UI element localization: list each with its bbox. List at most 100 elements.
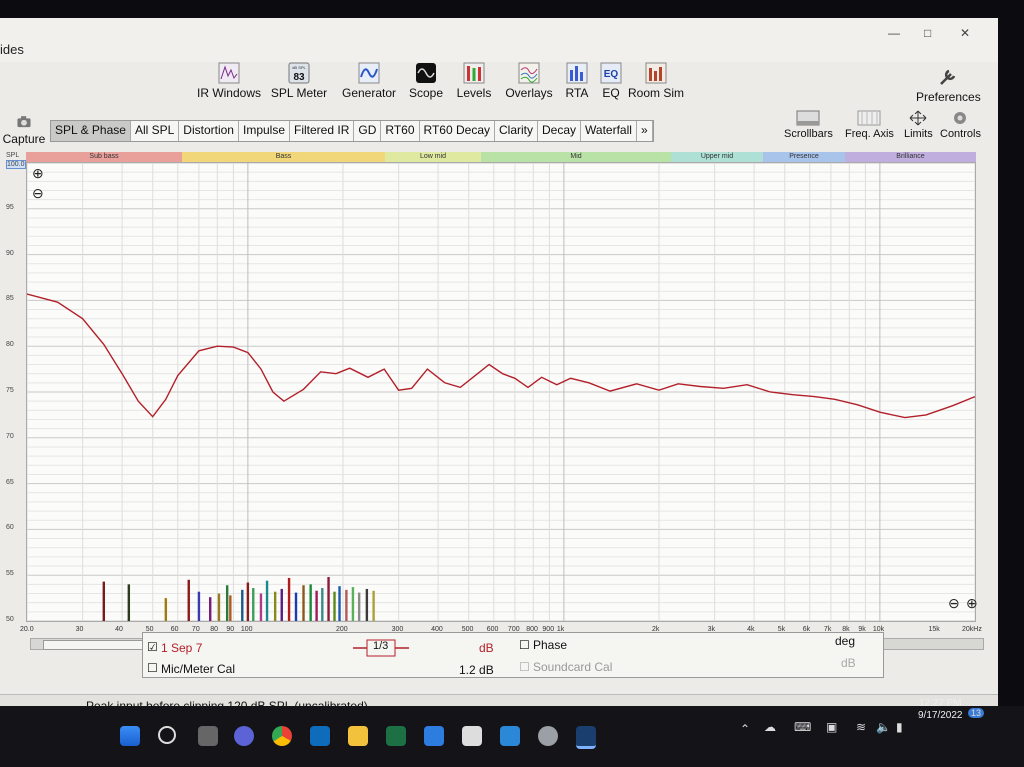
tab-all-spl[interactable]: All SPL [131,121,180,141]
room-sim-button[interactable]: Room Sim [628,62,684,100]
trace-checkbox[interactable]: ☑ [147,640,158,654]
phase-checkbox[interactable]: ☐ [519,638,530,652]
controls-button[interactable]: Controls [940,110,981,140]
chrome-icon[interactable] [272,726,292,746]
distortion-bar [357,592,361,621]
chat-icon[interactable] [234,726,254,746]
tab-distortion[interactable]: Distortion [179,121,239,141]
keyboard-icon[interactable]: ⌨ [794,720,811,734]
smoothing-value: 1/3 [373,640,389,652]
eq-button[interactable]: EQ EQ [598,62,624,100]
distortion-bar [309,584,312,621]
distortion-bar [209,597,212,621]
distortion-bar [187,579,190,621]
band-low-mid: Low mid [385,152,481,162]
spl-meter-icon: dB SPL 83 [288,62,310,84]
tab-rt60[interactable]: RT60 [381,121,420,141]
camera-icon [17,116,31,128]
tabs-more-button[interactable]: » [637,121,653,141]
search-icon[interactable] [158,726,176,744]
battery-icon[interactable]: ▮ [896,720,903,734]
tab-decay[interactable]: Decay [538,121,582,141]
tab-impulse[interactable]: Impulse [239,121,291,141]
generator-button[interactable]: Generator [340,62,398,100]
rta-button[interactable]: RTA [562,62,592,100]
distortion-bar [217,593,221,621]
snipping-icon[interactable] [462,726,482,746]
tab-clarity[interactable]: Clarity [495,121,539,141]
soundcard-cal-label: Soundcard Cal [533,660,613,674]
tab-filtered-ir[interactable]: Filtered IR [290,121,355,141]
tab-rt60-decay[interactable]: RT60 Decay [420,121,495,141]
graph-tabs: SPL & Phase All SPL Distortion Impulse F… [50,120,654,142]
distortion-bar [259,593,263,621]
soundcard-cal-checkbox[interactable]: ☐ [519,660,530,674]
freq-axis-button[interactable]: Freq. Axis [845,110,894,140]
windows-start-icon[interactable] [120,726,140,746]
levels-label: Levels [456,86,492,100]
legend-panel: ☑ 1 Sep 7 ☐ Mic/Meter Cal 1/3 dB 1.2 dB … [142,632,884,678]
x-tick-label: 20kHz [962,626,982,633]
tray-chevron-icon[interactable]: ⌃ [740,722,750,736]
tab-spl-phase[interactable]: SPL & Phase [51,121,131,141]
room-sim-label: Room Sim [628,86,685,100]
app-icon[interactable] [500,726,520,746]
generator-label: Generator [341,86,397,100]
limits-button[interactable]: Limits [904,110,933,140]
distortion-bar [225,585,229,621]
maximize-icon[interactable]: □ [924,26,931,40]
settings-icon[interactable] [538,726,558,746]
spl-badge-top: dB SPL [292,65,306,70]
distortion-bar [229,595,232,621]
cloud-icon[interactable]: ☁ [764,720,776,734]
frequency-bands: Sub bass Bass Low mid Mid Upper mid Pres… [26,152,976,162]
zoom-in-x-icon[interactable]: ⊕ [966,595,978,612]
y-axis-top-value[interactable]: 100.0 [6,160,26,169]
ir-windows-label: IR Windows [196,86,261,100]
unit-db: dB [479,641,494,655]
mic-cal-checkbox[interactable]: ☐ [147,661,158,675]
generator-icon [358,62,380,84]
scrollbars-button[interactable]: Scrollbars [784,110,833,140]
levels-button[interactable]: Levels [454,62,494,100]
tab-gd[interactable]: GD [354,121,382,141]
x-tick-label: 40 [115,626,123,633]
wifi-icon[interactable]: ≋ [856,720,866,734]
spl-meter-button[interactable]: dB SPL 83 SPL Meter [268,62,330,100]
preferences-button[interactable]: Preferences [916,66,981,104]
db-right-unit: dB [841,656,856,670]
minimize-icon[interactable]: — [888,26,900,40]
spl-plot[interactable]: ⊕ ⊖ ⊖ ⊕ [26,162,978,622]
limits-icon [910,110,927,126]
distortion-bar [327,577,330,621]
rew-app-icon[interactable] [576,726,596,749]
display-icon[interactable]: ▣ [826,720,837,734]
trace-name[interactable]: 1 Sep 7 [161,641,202,655]
eq-badge: EQ [604,69,619,80]
file-explorer-icon[interactable] [348,726,368,746]
zoom-out-x-icon[interactable]: ⊖ [948,595,960,612]
tab-waterfall[interactable]: Waterfall [581,121,637,141]
calendar-icon[interactable] [424,726,444,746]
excel-icon[interactable] [386,726,406,746]
scrollbars-icon [796,110,820,126]
clock[interactable]: 12:27 PM 9/17/2022 [918,698,963,722]
scope-button[interactable]: Scope [406,62,446,100]
distortion-bar [333,591,336,621]
y-tick-label: 70 [6,432,14,440]
ir-windows-button[interactable]: IR Windows [196,62,262,100]
task-view-icon[interactable] [198,726,218,746]
band-upper-mid: Upper mid [671,152,763,162]
scrollbars-label: Scrollbars [784,128,833,140]
y-tick-label: 75 [6,387,14,394]
distortion-bar [321,588,324,621]
zoom-in-y-icon[interactable]: ⊕ [32,165,44,182]
notification-badge[interactable]: 13 [968,708,985,718]
close-icon[interactable]: ✕ [960,26,970,40]
overlays-button[interactable]: Overlays [502,62,556,100]
capture-button[interactable]: Capture [0,114,48,146]
zoom-out-y-icon[interactable]: ⊖ [32,185,44,202]
outlook-icon[interactable] [310,726,330,746]
volume-icon[interactable]: 🔈 [876,720,891,734]
distortion-bar [127,584,131,621]
